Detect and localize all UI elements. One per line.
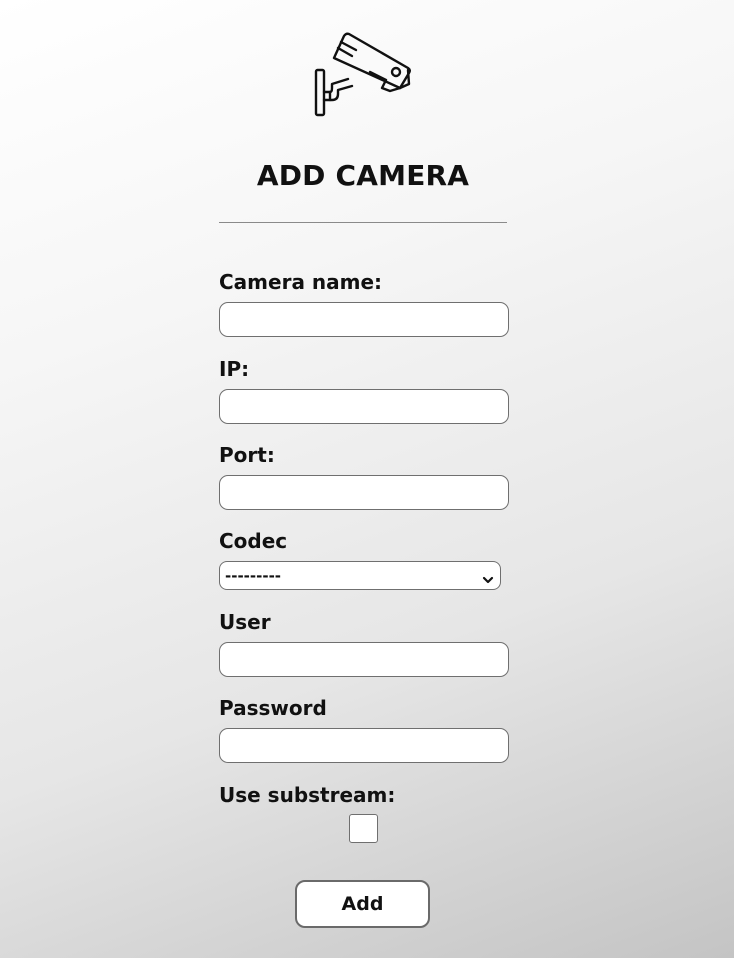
chevron-down-icon <box>482 571 494 583</box>
page-title: ADD CAMERA <box>256 159 470 192</box>
port-label: Port: <box>219 443 275 467</box>
codec-label: Codec <box>219 529 288 553</box>
camera-logo-icon <box>308 30 414 120</box>
codec-select[interactable]: --------- <box>219 561 501 590</box>
ip-input[interactable] <box>219 389 509 424</box>
ip-label: IP: <box>219 357 250 381</box>
user-label: User <box>219 610 271 634</box>
use-substream-label: Use substream: <box>219 783 396 807</box>
camera-name-label: Camera name: <box>219 270 383 294</box>
codec-selected-value: --------- <box>225 566 282 585</box>
camera-name-input[interactable] <box>219 302 509 337</box>
use-substream-checkbox[interactable] <box>349 814 378 843</box>
password-label: Password <box>219 696 327 720</box>
port-input[interactable] <box>219 475 509 510</box>
password-input[interactable] <box>219 728 509 763</box>
title-divider <box>219 222 507 223</box>
add-button[interactable]: Add <box>295 880 430 928</box>
user-input[interactable] <box>219 642 509 677</box>
